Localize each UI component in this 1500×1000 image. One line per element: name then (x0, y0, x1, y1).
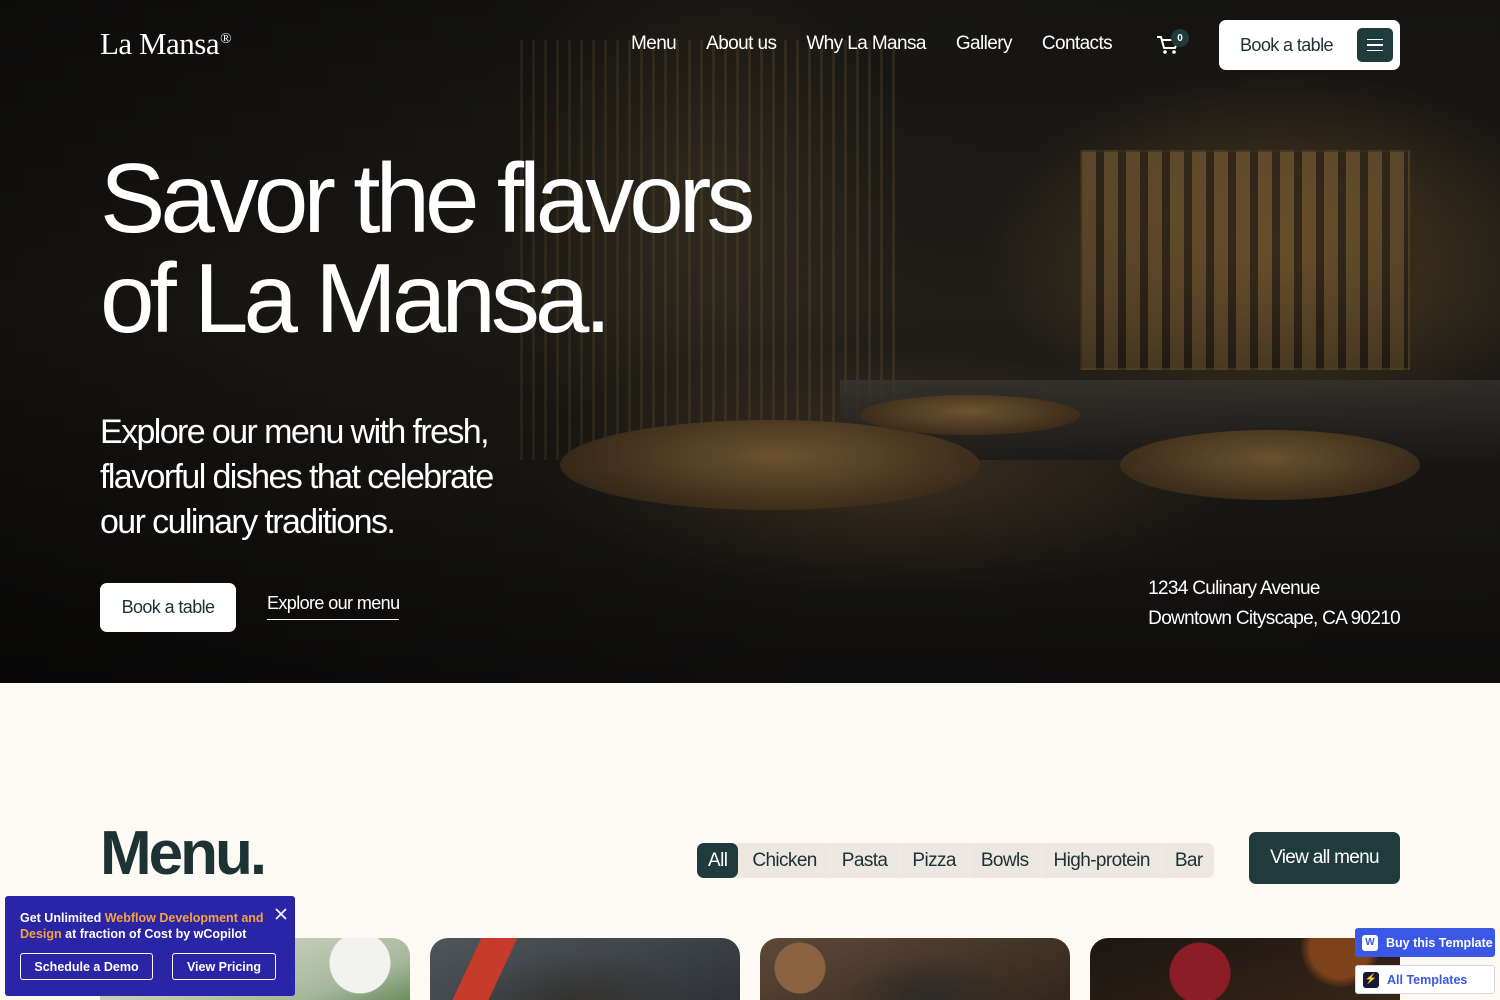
filter-tab-all[interactable]: All (697, 843, 739, 878)
hero-title-line1: Savor the flavors (100, 143, 755, 253)
address-line2: Downtown Cityscape, CA 90210 (1148, 608, 1401, 629)
nav-book-table-button[interactable]: Book a table (1219, 20, 1400, 70)
nav-item-gallery[interactable]: Gallery (956, 33, 1013, 55)
cart-count-badge: 0 (1171, 29, 1189, 47)
card-decoration (448, 938, 518, 1000)
menu-card-image[interactable] (430, 938, 740, 1000)
explore-menu-link[interactable]: Explore our menu (267, 593, 400, 620)
buy-template-label: Buy this Template (1386, 935, 1493, 950)
promo-popup: Get Unlimited Webflow Development and De… (5, 896, 295, 996)
filter-tab-chicken[interactable]: Chicken (741, 843, 828, 878)
hamburger-icon[interactable] (1357, 28, 1393, 62)
filter-tab-bowls[interactable]: Bowls (969, 843, 1040, 878)
webflow-icon: W (1362, 934, 1378, 951)
nav-item-about-us[interactable]: About us (706, 33, 777, 55)
view-all-menu-button[interactable]: View all menu (1249, 832, 1400, 884)
address-line1: 1234 Culinary Avenue (1148, 578, 1320, 599)
promo-text: Get Unlimited Webflow Development and De… (20, 910, 265, 942)
hero-title: Savor the flavors of La Mansa. (100, 148, 860, 348)
nav-item-why-la-mansa[interactable]: Why La Mansa (806, 33, 926, 55)
menu-section-title: Menu. (100, 819, 267, 888)
filter-tab-bar[interactable]: Bar (1163, 843, 1214, 878)
view-pricing-button[interactable]: View Pricing (172, 953, 276, 980)
brand-name: La Mansa (100, 26, 220, 61)
filter-tab-high-protein[interactable]: High-protein (1042, 843, 1161, 878)
schedule-demo-button[interactable]: Schedule a Demo (20, 953, 153, 980)
promo-text-prefix: Get Unlimited (20, 911, 105, 925)
templates-icon: ⚡ (1363, 971, 1379, 988)
promo-text-suffix: at fraction of Cost by wCopilot (61, 927, 247, 941)
all-templates-label: All Templates (1387, 972, 1468, 987)
hero-lead: Explore our menu with fresh, flavorful d… (100, 413, 494, 541)
brand-registered-mark: ® (220, 30, 231, 47)
hero-book-table-button[interactable]: Book a table (100, 583, 236, 632)
all-templates-button[interactable]: ⚡ All Templates (1355, 965, 1495, 994)
menu-filter-tabs: All Chicken Pasta Pizza Bowls High-prote… (697, 843, 1214, 878)
hero-title-line2: of La Mansa. (100, 243, 612, 353)
menu-card-image[interactable] (1090, 938, 1400, 1000)
filter-tab-pizza[interactable]: Pizza (901, 843, 967, 878)
buy-template-button[interactable]: W Buy this Template (1355, 928, 1495, 957)
restaurant-address: 1234 Culinary Avenue Downtown Cityscape,… (1148, 574, 1401, 634)
filter-tab-pasta[interactable]: Pasta (830, 843, 899, 878)
close-icon[interactable] (273, 906, 289, 922)
nav-item-menu[interactable]: Menu (631, 33, 677, 55)
nav-book-table-label: Book a table (1240, 34, 1333, 55)
brand-logo[interactable]: La Mansa® (100, 26, 231, 62)
nav-item-contacts[interactable]: Contacts (1042, 33, 1113, 55)
main-nav: Menu About us Why La Mansa Gallery Conta… (631, 33, 1113, 55)
menu-card-image[interactable] (760, 938, 1070, 1000)
